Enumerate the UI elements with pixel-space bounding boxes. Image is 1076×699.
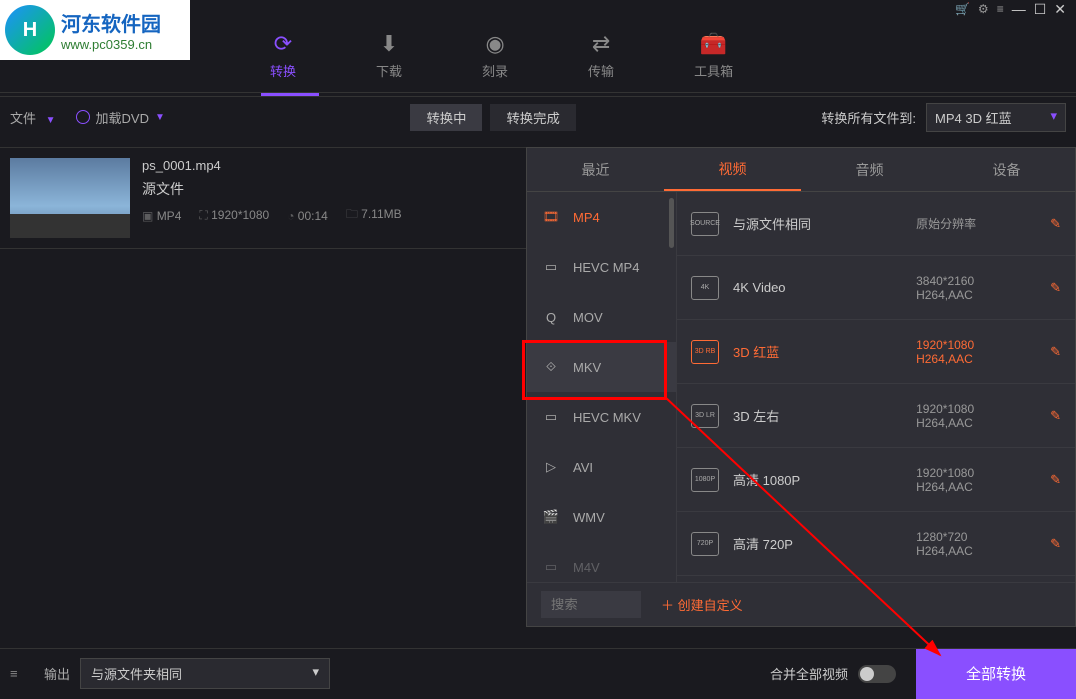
minimize-button[interactable]: — [1012,1,1026,17]
nav-burn[interactable]: ◉ 刻录 [472,25,518,86]
preset-same-as-source[interactable]: SOURCE 与源文件相同 原始分辨率 ✎ [677,192,1075,256]
load-dvd-button[interactable]: 加载DVD ▼ [76,108,165,127]
clapperboard-icon: 🎬 [541,509,561,525]
chevron-down-icon: ▼ [46,115,56,126]
preset-badge-icon: 3D RB [691,340,719,364]
convert-icon: ⟳ [274,31,292,57]
merge-all-label: 合并全部视频 [770,664,848,683]
tab-video[interactable]: 视频 [664,148,801,191]
play-icon: ▷ [541,459,561,475]
file-size: 7.11MB [361,207,401,221]
tab-recent[interactable]: 最近 [527,148,664,191]
bottom-bar: ≡ 输出 与源文件夹相同 ▾ 合并全部视频 全部转换 [0,648,1076,698]
dvd-icon [76,110,90,124]
settings-sliders-icon[interactable]: ⚙ [978,2,989,16]
file-duration: 00:14 [298,209,328,223]
transfer-icon: ⇄ [592,31,610,57]
tab-converting[interactable]: 转换中 [410,104,482,131]
format-icon: ▣ [142,209,153,223]
nav-convert-label: 转换 [270,61,296,80]
resolution-icon: ⛶ [199,208,207,222]
tab-audio[interactable]: 音频 [801,148,938,191]
preset-1080p[interactable]: 1080P 高清 1080P 1920*1080H264,AAC ✎ [677,448,1075,512]
maximize-button[interactable]: ☐ [1034,1,1047,18]
merge-toggle[interactable] [858,665,896,683]
nav-toolbox-label: 工具箱 [694,61,733,80]
format-avi[interactable]: ▷AVI [527,442,676,492]
nav-transfer[interactable]: ⇄ 传输 [578,25,624,86]
format-hevc-mkv[interactable]: ▭HEVC MKV [527,392,676,442]
tab-done[interactable]: 转换完成 [490,104,575,131]
preset-badge-icon: 1080P [691,468,719,492]
quicktime-icon: Q [541,310,561,325]
hevc-icon: ▭ [541,259,561,275]
nav-convert[interactable]: ⟳ 转换 [260,25,306,86]
menu-icon[interactable]: ≡ [997,2,1004,16]
preset-4k[interactable]: 4K 4K Video 3840*2160H264,AAC ✎ [677,256,1075,320]
chevron-down-icon: ▼ [155,112,165,123]
file-menu[interactable]: 文件 ▼ [10,108,56,127]
output-menu-icon[interactable]: ≡ [10,666,34,681]
folder-icon: 🗀 [346,207,358,221]
output-folder-select[interactable]: 与源文件夹相同 ▾ [80,658,330,689]
burn-icon: ◉ [485,31,504,57]
nav-toolbox[interactable]: 🧰 工具箱 [684,25,743,86]
download-icon: ⬇ [380,31,398,57]
nav-transfer-label: 传输 [588,61,614,80]
create-custom-button[interactable]: ＋ 创建自定义 [661,595,743,614]
nav-download-label: 下载 [376,61,402,80]
clock-icon: ◔ [287,209,294,223]
preset-3d-leftright[interactable]: 3D LR 3D 左右 1920*1080H264,AAC ✎ [677,384,1075,448]
format-wmv[interactable]: 🎬WMV [527,492,676,542]
video-thumbnail[interactable] [10,158,130,238]
watermark-title: 河东软件园 [61,8,161,37]
close-button[interactable]: ✕ [1054,1,1066,18]
file-format: MP4 [157,209,182,223]
edit-preset-icon[interactable]: ✎ [1050,280,1061,296]
convert-all-to-label: 转换所有文件到: [821,108,916,127]
preset-badge-icon: SOURCE [691,212,719,236]
format-panel: 最近 视频 音频 设备 🎞MP4 ▭HEVC MP4 QMOV ⟐MKV ▭HE… [526,147,1076,627]
preset-badge-icon: 4K [691,276,719,300]
preset-list: SOURCE 与源文件相同 原始分辨率 ✎ 4K 4K Video 3840*2… [677,192,1075,582]
output-label: 输出 [44,664,70,683]
watermark-overlay: H 河东软件园 www.pc0359.cn [0,0,190,60]
cart-icon[interactable]: 🛒 [955,2,970,16]
format-mov[interactable]: QMOV [527,292,676,342]
output-format-select[interactable]: MP4 3D 红蓝 ▾ [926,103,1066,132]
nav-download[interactable]: ⬇ 下载 [366,25,412,86]
nav-burn-label: 刻录 [482,61,508,80]
watermark-url: www.pc0359.cn [61,37,161,52]
toolbar: 文件 ▼ 加载DVD ▼ 转换中 转换完成 转换所有文件到: MP4 3D 红蓝… [0,97,1076,137]
mkv-icon: ⟐ [541,359,561,375]
film-icon: 🎞 [541,209,561,225]
film-icon: ▭ [541,559,561,575]
preset-badge-icon: 720P [691,532,719,556]
format-list: 🎞MP4 ▭HEVC MP4 QMOV ⟐MKV ▭HEVC MKV ▷AVI … [527,192,677,582]
edit-preset-icon[interactable]: ✎ [1050,408,1061,424]
edit-preset-icon[interactable]: ✎ [1050,536,1061,552]
preset-badge-icon: 3D LR [691,404,719,428]
hevc-icon: ▭ [541,409,561,425]
chevron-down-icon: ▾ [1050,108,1057,127]
format-hevc-mp4[interactable]: ▭HEVC MP4 [527,242,676,292]
format-mkv[interactable]: ⟐MKV [527,342,676,392]
content-area: ⧉ □ ps_0001.mp4 源文件 ▣ MP4 ⛶ 1920*1080 ◔ … [0,147,1076,642]
format-m4v[interactable]: ▭M4V [527,542,676,582]
format-mp4[interactable]: 🎞MP4 [527,192,676,242]
file-resolution: 1920*1080 [211,208,269,222]
search-input[interactable] [541,591,641,618]
scrollbar-thumb[interactable] [669,198,674,248]
preset-3d-redblue[interactable]: 3D RB 3D 红蓝 1920*1080H264,AAC ✎ [677,320,1075,384]
convert-all-button[interactable]: 全部转换 [916,649,1076,699]
watermark-logo: H [5,5,55,55]
toolbox-icon: 🧰 [700,31,727,57]
tab-device[interactable]: 设备 [938,148,1075,191]
preset-720p[interactable]: 720P 高清 720P 1280*720H264,AAC ✎ [677,512,1075,576]
edit-preset-icon[interactable]: ✎ [1050,216,1061,232]
edit-preset-icon[interactable]: ✎ [1050,472,1061,488]
edit-preset-icon[interactable]: ✎ [1050,344,1061,360]
chevron-down-icon: ▾ [312,664,319,683]
